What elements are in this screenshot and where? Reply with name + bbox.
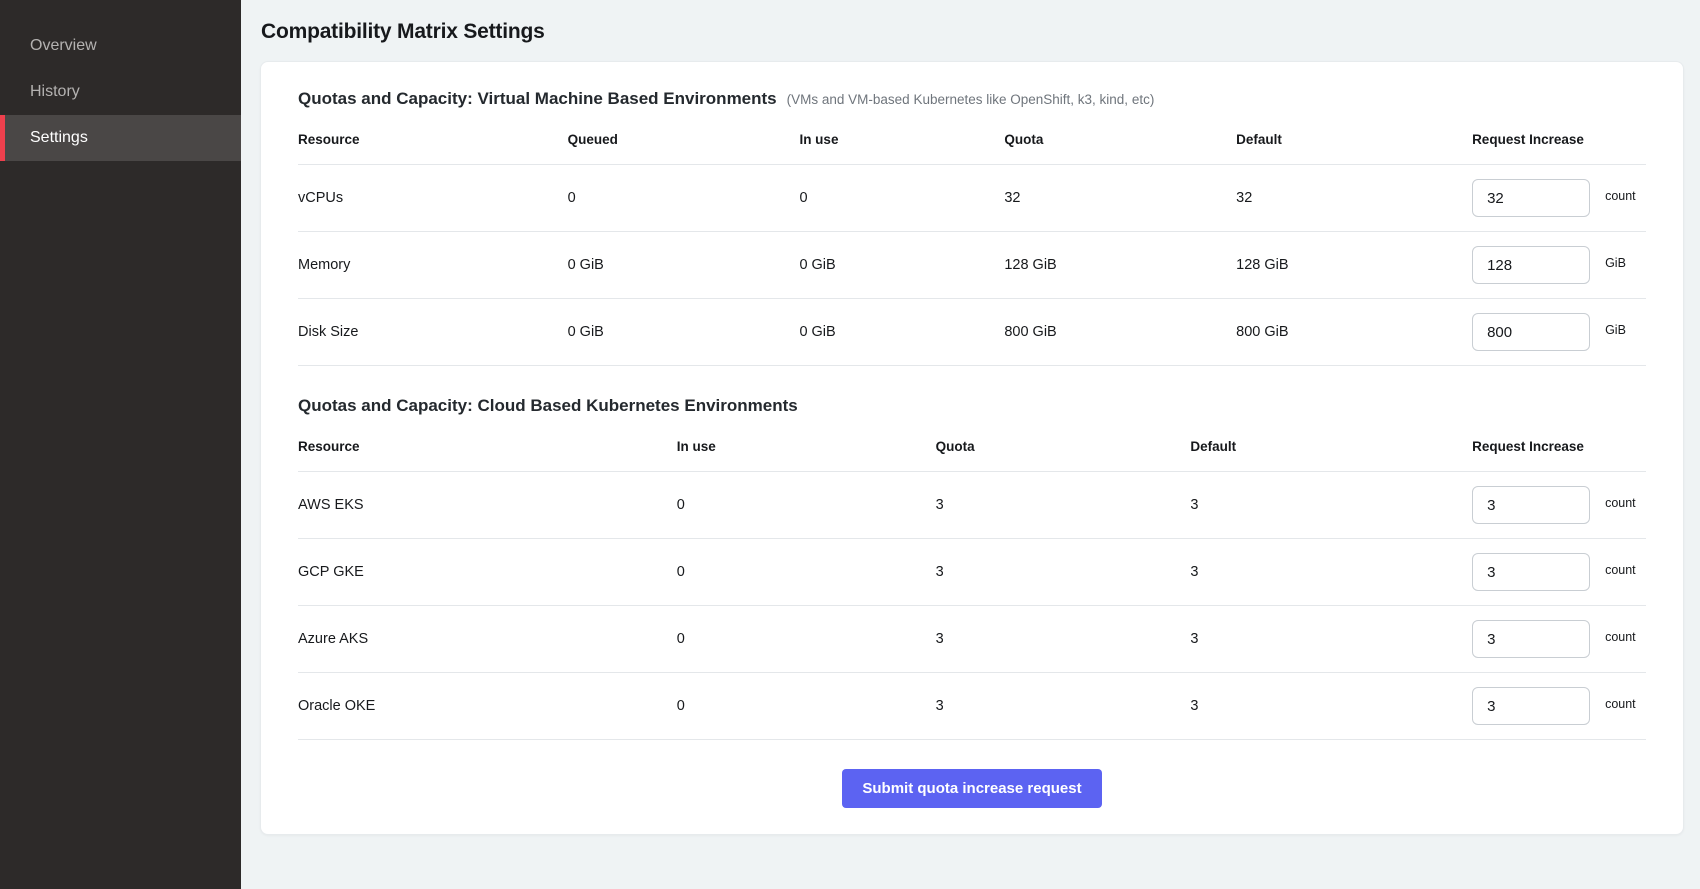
cloud-table-header-row: Resource In use Quota Default Request In…: [298, 420, 1646, 472]
column-header-resource: Resource: [298, 420, 677, 472]
submit-row: Submit quota increase request: [298, 740, 1646, 808]
default-value: 3: [1190, 539, 1472, 606]
sidebar-item-label: Settings: [30, 129, 88, 147]
settings-card: Quotas and Capacity: Virtual Machine Bas…: [260, 61, 1684, 835]
resource-name: Memory: [298, 232, 568, 299]
sidebar-item-label: History: [30, 83, 80, 101]
main-content: Compatibility Matrix Settings Quotas and…: [241, 0, 1700, 889]
table-row-gcp-gke: GCP GKE 0 3 3 count: [298, 539, 1646, 606]
default-value: 3: [1190, 673, 1472, 740]
default-value: 800 GiB: [1236, 299, 1472, 366]
queued-value: 0 GiB: [568, 232, 800, 299]
request-increase-input-gcp-gke[interactable]: [1472, 553, 1590, 591]
column-header-queued: Queued: [568, 113, 800, 165]
unit-label: count: [1605, 630, 1636, 644]
quota-value: 800 GiB: [1004, 299, 1236, 366]
quota-value: 3: [936, 472, 1191, 539]
request-increase-input-azure-aks[interactable]: [1472, 620, 1590, 658]
table-row-vcpus: vCPUs 0 0 32 32 count: [298, 165, 1646, 232]
sidebar-item-history[interactable]: History: [0, 69, 241, 115]
vm-quota-table: Resource Queued In use Quota Default Req…: [298, 113, 1646, 366]
column-header-request-increase: Request Increase: [1472, 420, 1646, 472]
table-row-azure-aks: Azure AKS 0 3 3 count: [298, 606, 1646, 673]
vm-section-subtitle: (VMs and VM-based Kubernetes like OpenSh…: [787, 92, 1155, 107]
table-row-memory: Memory 0 GiB 0 GiB 128 GiB 128 GiB GiB: [298, 232, 1646, 299]
column-header-quota: Quota: [1004, 113, 1236, 165]
sidebar: Overview History Settings: [0, 0, 241, 889]
cloud-section-title: Quotas and Capacity: Cloud Based Kuberne…: [298, 396, 1646, 416]
resource-name: AWS EKS: [298, 472, 677, 539]
default-value: 3: [1190, 606, 1472, 673]
unit-label: count: [1605, 697, 1636, 711]
column-header-in-use: In use: [799, 113, 1004, 165]
in-use-value: 0: [677, 673, 936, 740]
in-use-value: 0: [677, 539, 936, 606]
column-header-resource: Resource: [298, 113, 568, 165]
resource-name: Azure AKS: [298, 606, 677, 673]
column-header-default: Default: [1236, 113, 1472, 165]
in-use-value: 0: [677, 472, 936, 539]
page-title: Compatibility Matrix Settings: [261, 20, 1684, 44]
quota-value: 32: [1004, 165, 1236, 232]
quota-value: 3: [936, 673, 1191, 740]
in-use-value: 0: [677, 606, 936, 673]
vm-section-header: Quotas and Capacity: Virtual Machine Bas…: [298, 89, 1646, 109]
sidebar-item-settings[interactable]: Settings: [0, 115, 241, 161]
unit-label: GiB: [1605, 256, 1626, 270]
in-use-value: 0 GiB: [799, 299, 1004, 366]
queued-value: 0: [568, 165, 800, 232]
unit-label: count: [1605, 189, 1636, 203]
column-header-in-use: In use: [677, 420, 936, 472]
column-header-default: Default: [1190, 420, 1472, 472]
table-row-disk-size: Disk Size 0 GiB 0 GiB 800 GiB 800 GiB Gi…: [298, 299, 1646, 366]
vm-section-title: Quotas and Capacity: Virtual Machine Bas…: [298, 89, 777, 109]
quota-value: 128 GiB: [1004, 232, 1236, 299]
quota-value: 3: [936, 539, 1191, 606]
sidebar-item-label: Overview: [30, 37, 97, 55]
resource-name: GCP GKE: [298, 539, 677, 606]
resource-name: Disk Size: [298, 299, 568, 366]
request-increase-input-vcpus[interactable]: [1472, 179, 1590, 217]
queued-value: 0 GiB: [568, 299, 800, 366]
default-value: 128 GiB: [1236, 232, 1472, 299]
unit-label: GiB: [1605, 323, 1626, 337]
default-value: 3: [1190, 472, 1472, 539]
table-row-aws-eks: AWS EKS 0 3 3 count: [298, 472, 1646, 539]
resource-name: Oracle OKE: [298, 673, 677, 740]
unit-label: count: [1605, 563, 1636, 577]
unit-label: count: [1605, 496, 1636, 510]
request-increase-input-disk-size[interactable]: [1472, 313, 1590, 351]
sidebar-item-overview[interactable]: Overview: [0, 23, 241, 69]
vm-table-header-row: Resource Queued In use Quota Default Req…: [298, 113, 1646, 165]
request-increase-input-memory[interactable]: [1472, 246, 1590, 284]
resource-name: vCPUs: [298, 165, 568, 232]
column-header-request-increase: Request Increase: [1472, 113, 1646, 165]
in-use-value: 0 GiB: [799, 232, 1004, 299]
cloud-quota-table: Resource In use Quota Default Request In…: [298, 420, 1646, 740]
in-use-value: 0: [799, 165, 1004, 232]
request-increase-input-oracle-oke[interactable]: [1472, 687, 1590, 725]
submit-quota-increase-button[interactable]: Submit quota increase request: [842, 769, 1101, 808]
column-header-quota: Quota: [936, 420, 1191, 472]
table-row-oracle-oke: Oracle OKE 0 3 3 count: [298, 673, 1646, 740]
request-increase-input-aws-eks[interactable]: [1472, 486, 1590, 524]
quota-value: 3: [936, 606, 1191, 673]
default-value: 32: [1236, 165, 1472, 232]
